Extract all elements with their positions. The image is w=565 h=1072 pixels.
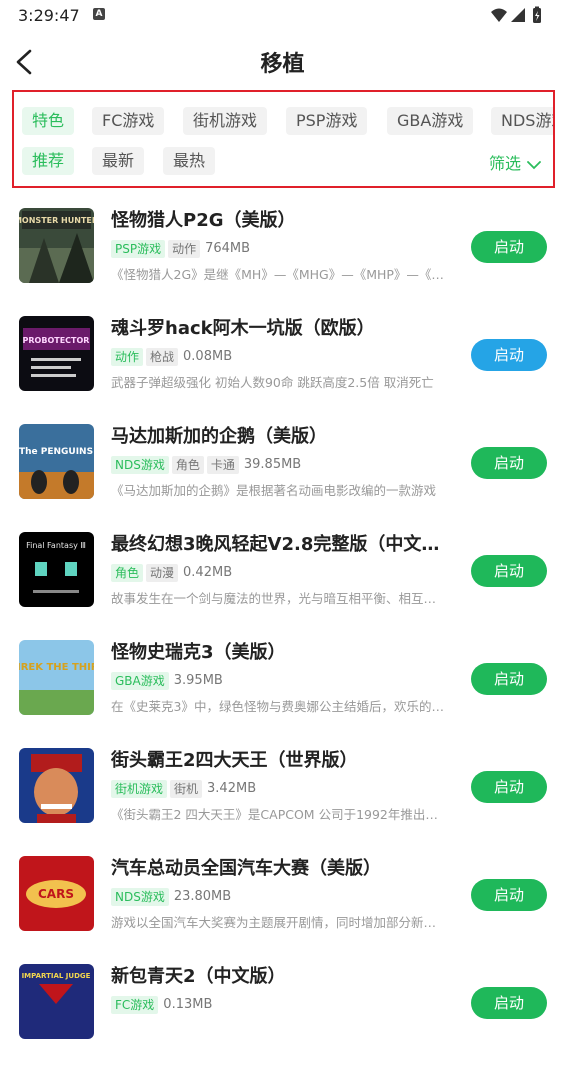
tag: 动作 xyxy=(111,347,144,366)
launch-button[interactable]: 启动 xyxy=(471,231,547,263)
game-tags: NDS游戏 角色 卡通 39.85MB xyxy=(111,454,301,474)
file-size: 0.42MB xyxy=(183,565,233,580)
launch-button[interactable]: 启动 xyxy=(471,987,547,1019)
tag: FC游戏 xyxy=(111,995,159,1014)
notification-icon: A xyxy=(93,8,105,20)
thumbnail-label: The PENGUINS xyxy=(19,447,93,457)
game-description: 在《史莱克3》中，绿色怪物与费奥娜公主结婚后，欢乐的生活 xyxy=(111,699,446,714)
battery-icon xyxy=(533,6,541,23)
tag: 角色 xyxy=(111,563,144,582)
thumbnail-label: PROBOTECTOR xyxy=(23,336,90,345)
tag: 街机游戏 xyxy=(111,779,168,798)
category-filter-panel: 特色 FC游戏 街机游戏 PSP游戏 GBA游戏 NDS游戏 推荐 最新 最热 … xyxy=(12,90,555,188)
filter-chip-featured[interactable]: 特色 xyxy=(22,107,75,135)
game-tags: 角色 动漫 0.42MB xyxy=(111,562,232,582)
list-item[interactable]: IMPARTIAL JUDGE 新包青天2（中文版） FC游戏 0.13MB 启动 xyxy=(0,964,565,1072)
game-tags: 动作 枪战 0.08MB xyxy=(111,346,232,366)
tag: 动作 xyxy=(168,239,201,258)
thumbnail-label: MONSTER HUNTER xyxy=(19,216,94,225)
list-item[interactable]: Final Fantasy Ⅲ 最终幻想3晚风轻起V2.8完整版（中文版） 角色… xyxy=(0,532,565,640)
filter-chip-nds[interactable]: NDS游戏 xyxy=(491,107,553,135)
game-title: 最终幻想3晚风轻起V2.8完整版（中文版） xyxy=(111,534,451,555)
list-item[interactable]: CARS 汽车总动员全国汽车大赛（美版） NDS游戏 23.80MB 游戏以全国汽… xyxy=(0,856,565,964)
launch-button[interactable]: 启动 xyxy=(471,555,547,587)
launch-button[interactable]: 启动 xyxy=(471,339,547,371)
game-tags: PSP游戏 动作 764MB xyxy=(111,238,250,258)
game-title: 怪物猎人P2G（美版） xyxy=(111,210,296,231)
status-icons xyxy=(489,6,549,26)
game-thumbnail: CARS xyxy=(19,856,94,931)
thumbnail-label: Final Fantasy Ⅲ xyxy=(26,541,86,550)
tag: GBA游戏 xyxy=(111,671,169,690)
list-item[interactable]: PROBOTECTOR 魂斗罗hack阿木一坑版（欧版） 动作 枪战 0.08MB … xyxy=(0,316,565,424)
list-item[interactable]: MONSTER HUNTER 怪物猎人P2G（美版） PSP游戏动作764MB … xyxy=(0,208,565,316)
filter-label: 筛选 xyxy=(488,154,521,173)
game-thumbnail: The PENGUINS xyxy=(19,424,94,499)
launch-button[interactable]: 启动 xyxy=(471,771,547,803)
game-tags: FC游戏 0.13MB xyxy=(111,994,212,1014)
file-size: 39.85MB xyxy=(243,457,302,472)
tag: 街机 xyxy=(170,779,203,798)
launch-button[interactable]: 启动 xyxy=(471,663,547,695)
game-description: 《怪物猎人2G》是继《MH》—《MHG》—《MHP》—《MH2》之后推出的作品 xyxy=(111,267,446,282)
chevron-down-icon xyxy=(527,160,541,169)
game-tags: GBA游戏 3.95MB xyxy=(111,670,223,690)
tag: 枪战 xyxy=(146,347,179,366)
tag: PSP游戏 xyxy=(111,239,166,258)
game-title: 街头霸王2四大天王（世界版） xyxy=(111,750,358,771)
file-size: 0.13MB xyxy=(163,997,213,1012)
tag: 动漫 xyxy=(146,563,179,582)
filter-chip-gba[interactable]: GBA游戏 xyxy=(387,107,474,135)
filter-chip-psp[interactable]: PSP游戏 xyxy=(286,107,368,135)
game-thumbnail: PROBOTECTOR xyxy=(19,316,94,391)
tag: 角色 xyxy=(171,455,204,474)
filter-button[interactable]: 筛选 xyxy=(489,150,541,178)
status-time: 3:29:47 xyxy=(18,6,80,25)
game-thumbnail: MONSTER HUNTER xyxy=(19,208,94,283)
sort-chip-newest[interactable]: 最新 xyxy=(92,147,145,175)
game-description: 《马达加斯加的企鹅》是根据著名动画电影改编的一款游戏 xyxy=(111,483,437,498)
file-size: 3.95MB xyxy=(173,673,223,688)
game-description: 游戏以全国汽车大奖赛为主题展开剧情，同时增加部分新内容 xyxy=(111,915,446,930)
app-header: 移植 xyxy=(0,36,565,88)
game-tags: NDS游戏 23.80MB xyxy=(111,886,231,906)
list-item[interactable]: SHREK THE THIRD 怪物史瑞克3（美版） GBA游戏 3.95MB 在… xyxy=(0,640,565,748)
sort-chip-hottest[interactable]: 最热 xyxy=(163,147,216,175)
game-thumbnail: Final Fantasy Ⅲ xyxy=(19,532,94,607)
game-description: 故事发生在一个剑与魔法的世界，光与暗互相平衡、相互制约 xyxy=(111,591,446,606)
list-item[interactable]: 街头霸王2四大天王（世界版） 街机游戏 街机 3.42MB 《街头霸王2 四大天王》… xyxy=(0,748,565,856)
game-tags: 街机游戏 街机 3.42MB xyxy=(111,778,256,798)
signal-icon xyxy=(511,8,525,22)
launch-button[interactable]: 启动 xyxy=(471,879,547,911)
game-title: 汽车总动员全国汽车大赛（美版） xyxy=(111,858,381,879)
game-title: 魂斗罗hack阿木一坑版（欧版） xyxy=(111,318,375,339)
game-thumbnail: SHREK THE THIRD xyxy=(19,640,94,715)
list-item[interactable]: The PENGUINS 马达加斯加的企鹅（美版） NDS游戏 角色 卡通 39.85… xyxy=(0,424,565,532)
tag: NDS游戏 xyxy=(111,455,169,474)
tag: 卡通 xyxy=(206,455,239,474)
file-size: 3.42MB xyxy=(207,781,257,796)
game-title: 马达加斯加的企鹅（美版） xyxy=(111,426,327,447)
game-title: 怪物史瑞克3（美版） xyxy=(111,642,286,663)
game-title: 新包青天2（中文版） xyxy=(111,966,286,987)
thumbnail-label: IMPARTIAL JUDGE xyxy=(22,972,91,980)
thumbnail-label: CARS xyxy=(38,887,74,901)
filter-chip-arcade[interactable]: 街机游戏 xyxy=(183,107,268,135)
file-size: 0.08MB xyxy=(183,349,233,364)
thumbnail-label: SHREK THE THIRD xyxy=(19,662,94,673)
game-description: 《街头霸王2 四大天王》是CAPCOM 公司于1992年推出的格斗游戏 xyxy=(111,807,446,822)
game-thumbnail xyxy=(19,748,94,823)
game-description: 武器子弹超级强化 初始人数90命 跳跃高度2.5倍 取消死亡 xyxy=(111,375,434,390)
status-bar: 3:29:47 A xyxy=(0,0,565,32)
launch-button[interactable]: 启动 xyxy=(471,447,547,479)
file-size: 764MB xyxy=(205,241,251,256)
sort-chip-recommended[interactable]: 推荐 xyxy=(22,147,75,175)
wifi-icon xyxy=(491,8,507,22)
filter-chip-fc[interactable]: FC游戏 xyxy=(92,107,165,135)
game-thumbnail: IMPARTIAL JUDGE xyxy=(19,964,94,1039)
page-title: 移植 xyxy=(260,52,305,77)
file-size: 23.80MB xyxy=(173,889,232,904)
tag: NDS游戏 xyxy=(111,887,169,906)
